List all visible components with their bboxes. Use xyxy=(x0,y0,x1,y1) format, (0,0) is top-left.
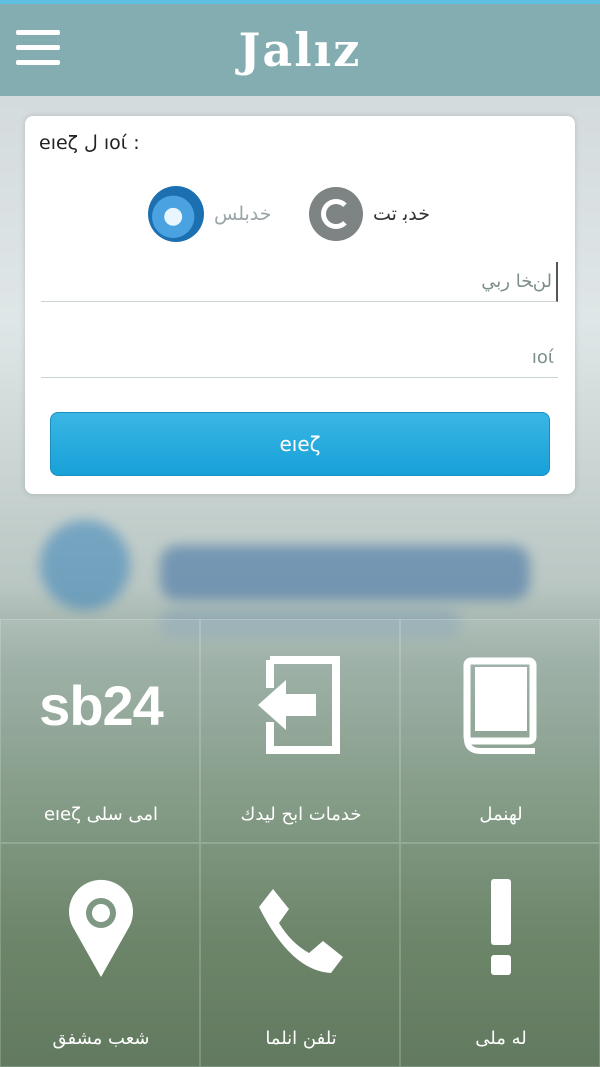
globe-logo-icon xyxy=(148,186,204,242)
app-logo: Jalız xyxy=(238,23,362,77)
password-input[interactable] xyxy=(41,338,558,378)
background-logo-circle xyxy=(40,520,130,610)
login-card: eıeζ ل ıoί : ﺧﺪﺑﻠﺲ ﺧﺪﺑ ﺗﺖ eıeζ xyxy=(25,116,575,494)
tile-branches[interactable]: ﺷﻌﺐ ﻣﺸﻔﻖ xyxy=(0,843,200,1067)
exclamation-icon xyxy=(401,874,600,984)
login-title: eıeζ ل ıoί : xyxy=(39,132,140,154)
tile-internet-bank[interactable]: sb24 eıeζ ﺍﻣﻰ ﺳﻠﻰ xyxy=(0,619,200,843)
menu-grid: sb24 eıeζ ﺍﻣﻰ ﺳﻠﻰ ﺧﺪﻣﺎﺕ ﺍﺑﺢ ﻟﻴﺪﻙ ﻟﻬﻨﻤﻞ ﺷ… xyxy=(0,619,600,1067)
tile-services[interactable]: ﺧﺪﻣﺎﺕ ﺍﺑﺢ ﻟﻴﺪﻙ xyxy=(200,619,400,843)
login-submit-button[interactable]: eıeζ xyxy=(50,412,550,476)
login-arrow-icon xyxy=(201,650,401,760)
tile-guide[interactable]: ﻟﻬﻨﻤﻞ xyxy=(400,619,600,843)
sb24-text-icon: sb24 xyxy=(39,673,164,737)
tile-label: ﻟﻪ ﻣﻠﻰ xyxy=(475,1028,527,1049)
tile-about[interactable]: ﻟﻪ ﻣﻠﻰ xyxy=(400,843,600,1067)
username-input[interactable] xyxy=(41,262,558,302)
login-option-swirl[interactable]: ﺧﺪﺑ ﺗﺖ xyxy=(309,184,430,244)
login-option-label: ﺧﺪﺑﻠﺲ xyxy=(214,203,272,225)
tile-label: ﺷﻌﺐ ﻣﺸﻔﻖ xyxy=(52,1028,150,1049)
login-option-globe[interactable]: ﺧﺪﺑﻠﺲ xyxy=(148,184,272,244)
login-option-label: ﺧﺪﺑ ﺗﺖ xyxy=(373,203,430,225)
swirl-logo-icon xyxy=(309,187,363,241)
tile-label: ﺧﺪﻣﺎﺕ ﺍﺑﺢ ﻟﻴﺪﻙ xyxy=(240,804,362,825)
background-logo-text xyxy=(160,545,530,600)
hamburger-menu-icon[interactable] xyxy=(16,30,60,74)
phone-icon xyxy=(201,874,401,984)
tile-label: eıeζ ﺍﻣﻰ ﺳﻠﻰ xyxy=(43,804,159,825)
book-icon xyxy=(401,650,600,760)
location-pin-icon xyxy=(1,874,201,984)
top-bar: Jalız xyxy=(0,0,600,96)
tile-label: ﻟﻬﻨﻤﻞ xyxy=(479,804,523,825)
tile-contact[interactable]: ﺗﻠﻔﻦ ﺍﻧﻠﻤﺎ xyxy=(200,843,400,1067)
tile-label: ﺗﻠﻔﻦ ﺍﻧﻠﻤﺎ xyxy=(265,1028,337,1049)
